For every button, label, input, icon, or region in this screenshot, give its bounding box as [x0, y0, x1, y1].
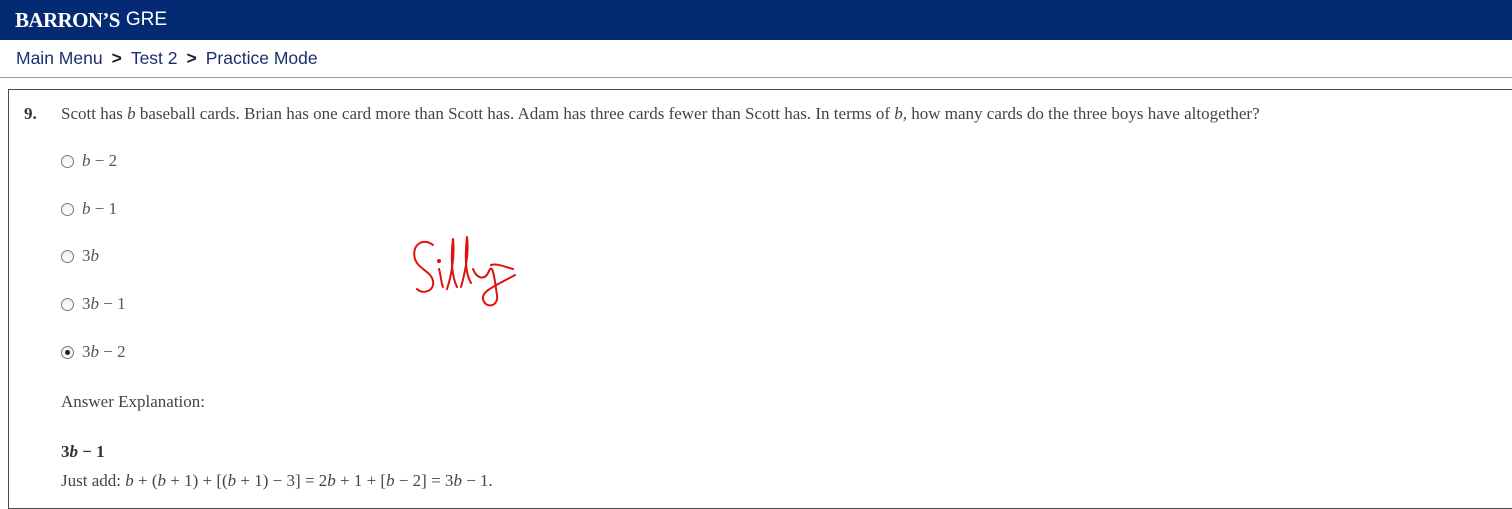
app-header: BARRON’S GRE	[0, 0, 1512, 40]
breadcrumb-practice-mode[interactable]: Practice Mode	[206, 48, 318, 69]
option-label: 3b	[82, 246, 99, 265]
option-label: b − 2	[82, 151, 118, 170]
option-label: 3b − 2	[82, 342, 126, 361]
breadcrumb: Main Menu > Test 2 > Practice Mode	[0, 40, 1512, 78]
handwritten-annotation	[413, 236, 516, 307]
breadcrumb-main-menu[interactable]: Main Menu	[16, 48, 103, 69]
radio-button[interactable]	[61, 297, 74, 311]
question-text: Scott has b baseball cards. Brian has on…	[61, 104, 1260, 123]
radio-button[interactable]	[61, 154, 74, 168]
radio-button[interactable]	[61, 202, 74, 216]
question-panel: 9. Scott has b baseball cards. Brian has…	[8, 89, 1512, 509]
answer-option-5[interactable]: 3b − 2	[61, 342, 126, 362]
option-label: 3b − 1	[82, 294, 126, 313]
brand-logo: BARRON’S	[15, 7, 120, 32]
question-number: 9.	[24, 104, 37, 123]
answer-option-1[interactable]: b − 2	[61, 151, 117, 171]
correct-answer: 3b − 1	[61, 442, 105, 461]
explanation-text: Just add: b + (b + 1) + [(b + 1) − 3] = …	[61, 471, 493, 490]
answer-option-2[interactable]: b − 1	[61, 199, 117, 219]
option-label: b − 1	[82, 199, 118, 218]
explanation-heading: Answer Explanation:	[61, 392, 205, 411]
product-name: GRE	[125, 9, 168, 30]
answer-option-3[interactable]: 3b	[61, 246, 99, 266]
answer-option-4[interactable]: 3b − 1	[61, 294, 126, 314]
radio-button-selected[interactable]	[61, 345, 74, 359]
breadcrumb-test[interactable]: Test 2	[131, 48, 178, 69]
breadcrumb-separator: >	[186, 48, 197, 68]
breadcrumb-separator: >	[111, 48, 122, 68]
radio-button[interactable]	[61, 249, 74, 263]
